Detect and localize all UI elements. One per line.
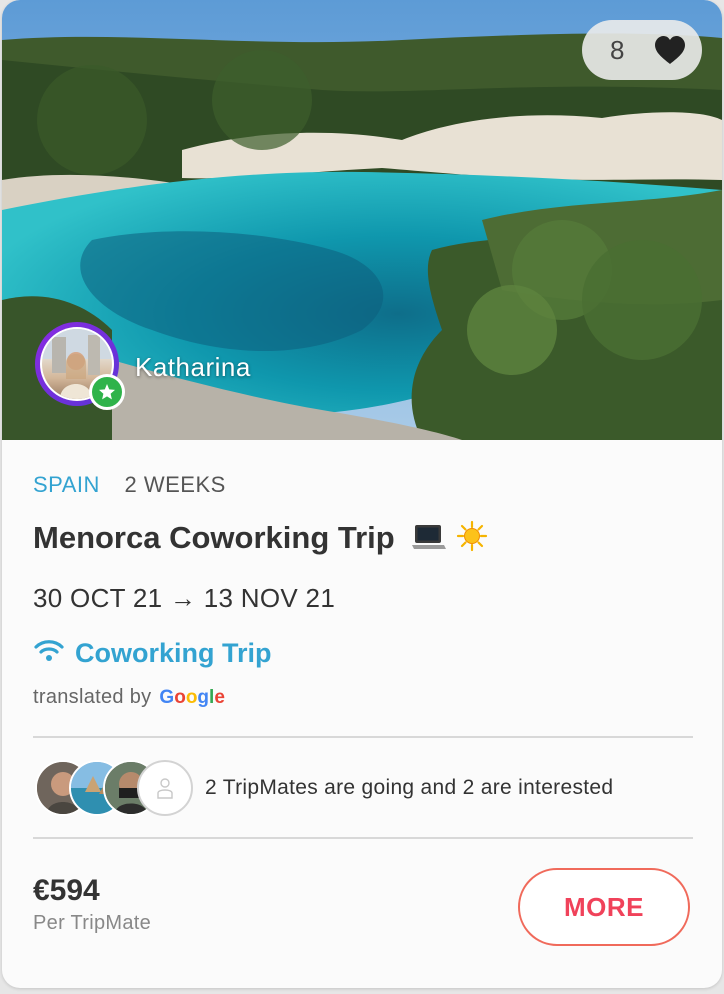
star-icon [89,374,125,410]
host-info[interactable]: Katharina [35,322,251,410]
trip-type: Coworking Trip [33,638,272,669]
price-per-label: Per TripMate [33,912,152,934]
trip-title-text: Menorca Coworking Trip [33,520,395,555]
tripmates-row[interactable]: 2 TripMates are going and 2 are interest… [35,760,613,816]
sun-icon [456,520,488,560]
laptop-icon [411,522,447,560]
trip-title[interactable]: Menorca Coworking Trip [33,520,488,560]
trip-type-label: Coworking Trip [75,638,272,668]
translation-note: translated by Google [33,686,225,709]
trip-price: €594 [33,874,100,907]
google-logo: Google [159,686,225,708]
divider [33,837,693,839]
trip-country: SPAIN [33,472,100,497]
divider [33,736,693,738]
likes-count: 8 [610,34,625,65]
trip-meta: SPAIN 2 WEEKS [33,472,226,498]
translated-by-text: translated by [33,686,152,708]
host-name[interactable]: Katharina [135,352,251,383]
host-avatar[interactable] [35,322,125,410]
trip-card[interactable]: 8 Katharina SPAIN 2 WEEKS Menorca Cowork… [2,0,722,988]
trip-dates: 30 OCT 21 → 13 NOV 21 [33,583,336,613]
tripmate-placeholder-avatar[interactable] [137,760,193,816]
trip-cover-image[interactable]: 8 Katharina [2,0,722,440]
tripmates-summary: 2 TripMates are going and 2 are interest… [205,776,614,799]
more-button[interactable]: MORE [518,868,690,946]
heart-icon [654,35,686,65]
trip-duration: 2 WEEKS [124,472,226,497]
likes-button[interactable]: 8 [582,20,702,80]
wifi-icon [33,638,65,669]
